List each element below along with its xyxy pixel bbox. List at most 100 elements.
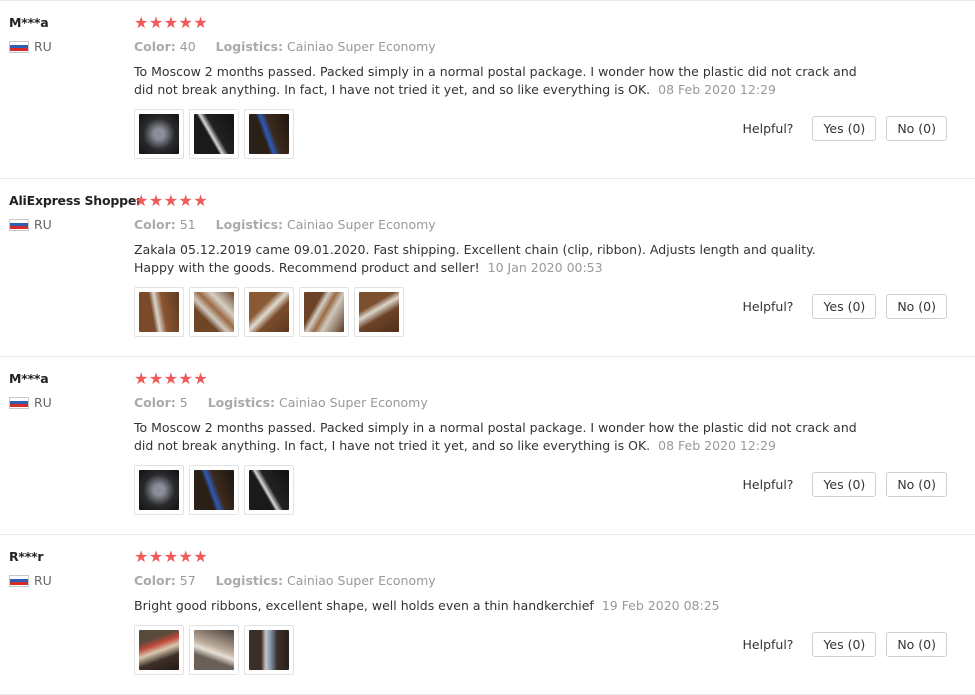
russia-flag-icon [9, 396, 29, 409]
country-code: RU [34, 395, 52, 410]
review-photos [134, 287, 409, 337]
review-item: M***a RU ★ ★ ★ ★ ★ Color: 5 Logistics: Caini… [0, 357, 975, 535]
color-value: 57 [179, 573, 196, 588]
review-photos [134, 109, 299, 159]
review-text: To Moscow 2 months passed. Packed simply… [134, 63, 859, 99]
star-icon: ★ [178, 369, 193, 388]
star-icon: ★ [163, 13, 179, 32]
helpful-no-button[interactable]: No (0) [886, 632, 947, 657]
star-icon: ★ [163, 191, 179, 210]
review-text: To Moscow 2 months passed. Packed simply… [134, 419, 859, 455]
star-icon: ★ [178, 191, 193, 210]
review-body: ★ ★ ★ ★ ★ Color: 5 Logistics: Cainiao Super … [134, 370, 964, 455]
russia-flag-icon [9, 40, 29, 53]
review-content: Zakala 05.12.2019 came 09.01.2020. Fast … [134, 242, 816, 275]
color-value: 51 [179, 217, 196, 232]
review-text: Bright good ribbons, excellent shape, we… [134, 597, 859, 615]
helpful-yes-button[interactable]: Yes (0) [812, 116, 877, 141]
reviewer-info: M***a RU [9, 371, 134, 410]
color-value: 40 [179, 39, 196, 54]
reviewer-info: R***r RU [9, 549, 134, 588]
star-icon: ★ [148, 547, 164, 566]
star-rating: ★ ★ ★ ★ ★ [134, 548, 964, 566]
country-code: RU [34, 573, 52, 588]
star-icon: ★ [134, 369, 149, 388]
star-icon: ★ [193, 191, 208, 210]
review-photos [134, 465, 299, 515]
reviewer-name: M***a [9, 371, 49, 386]
helpful-label: Helpful? [742, 299, 794, 314]
star-icon: ★ [193, 547, 208, 566]
review-photo-thumbnail[interactable] [299, 287, 349, 337]
logistics-value: Cainiao Super Economy [287, 573, 436, 588]
helpful-vote: Helpful? Yes (0) No (0) [743, 632, 947, 657]
review-photo-thumbnail[interactable] [244, 465, 294, 515]
helpful-yes-button[interactable]: Yes (0) [812, 632, 877, 657]
review-meta: Color: 51 Logistics: Cainiao Super Econo… [134, 217, 964, 232]
review-photo-thumbnail[interactable] [244, 625, 294, 675]
star-icon: ★ [148, 191, 164, 210]
review-meta: Color: 5 Logistics: Cainiao Super Econom… [134, 395, 964, 410]
review-photo-thumbnail[interactable] [134, 625, 184, 675]
star-icon: ★ [193, 13, 208, 32]
reviewer-name: R***r [9, 549, 44, 564]
review-photo-thumbnail[interactable] [244, 109, 294, 159]
logistics-value: Cainiao Super Economy [279, 395, 428, 410]
logistics-value: Cainiao Super Economy [287, 39, 436, 54]
helpful-no-button[interactable]: No (0) [886, 294, 947, 319]
country-code: RU [34, 39, 52, 54]
helpful-label: Helpful? [742, 121, 794, 136]
review-item: AliExpress Shopper RU ★ ★ ★ ★ ★ Color: 51 Lo… [0, 179, 975, 357]
review-body: ★ ★ ★ ★ ★ Color: 57 Logistics: Cainiao Super… [134, 548, 964, 615]
star-icon: ★ [148, 13, 164, 32]
review-text: Zakala 05.12.2019 came 09.01.2020. Fast … [134, 241, 859, 277]
helpful-label: Helpful? [742, 477, 794, 492]
star-icon: ★ [134, 13, 149, 32]
color-value: 5 [179, 395, 188, 410]
review-photo-thumbnail[interactable] [134, 109, 184, 159]
review-photo-thumbnail[interactable] [244, 287, 294, 337]
star-icon: ★ [163, 547, 179, 566]
logistics-label: Logistics: [207, 395, 276, 410]
reviewer-country: RU [9, 395, 134, 410]
color-label: Color: [134, 39, 176, 54]
review-item: M***a RU ★ ★ ★ ★ ★ Color: 40 Logistics: Cain… [0, 1, 975, 179]
reviewer-name: M***a [9, 15, 49, 30]
star-icon: ★ [134, 191, 149, 210]
review-body: ★ ★ ★ ★ ★ Color: 51 Logistics: Cainiao Super… [134, 192, 964, 277]
reviewer-name: AliExpress Shopper [9, 193, 143, 208]
helpful-yes-button[interactable]: Yes (0) [812, 472, 877, 497]
review-photo-thumbnail[interactable] [189, 625, 239, 675]
star-icon: ★ [134, 547, 149, 566]
helpful-no-button[interactable]: No (0) [886, 116, 947, 141]
review-body: ★ ★ ★ ★ ★ Color: 40 Logistics: Cainiao Super… [134, 14, 964, 99]
review-photo-thumbnail[interactable] [134, 465, 184, 515]
review-photo-thumbnail[interactable] [189, 109, 239, 159]
color-label: Color: [134, 573, 176, 588]
helpful-yes-button[interactable]: Yes (0) [812, 294, 877, 319]
reviewer-info: M***a RU [9, 15, 134, 54]
helpful-vote: Helpful? Yes (0) No (0) [743, 472, 947, 497]
review-date: 19 Feb 2020 08:25 [601, 598, 720, 613]
color-label: Color: [134, 217, 176, 232]
star-icon: ★ [178, 13, 193, 32]
review-photo-thumbnail[interactable] [354, 287, 404, 337]
logistics-label: Logistics: [215, 573, 284, 588]
reviewer-info: AliExpress Shopper RU [9, 193, 143, 232]
star-icon: ★ [148, 369, 164, 388]
review-photo-thumbnail[interactable] [134, 287, 184, 337]
reviewer-country: RU [9, 573, 134, 588]
helpful-vote: Helpful? Yes (0) No (0) [743, 116, 947, 141]
star-rating: ★ ★ ★ ★ ★ [134, 370, 964, 388]
helpful-no-button[interactable]: No (0) [886, 472, 947, 497]
review-photo-thumbnail[interactable] [189, 287, 239, 337]
helpful-label: Helpful? [742, 637, 794, 652]
review-photo-thumbnail[interactable] [189, 465, 239, 515]
review-date: 08 Feb 2020 12:29 [658, 438, 776, 453]
review-date: 10 Jan 2020 00:53 [487, 260, 603, 275]
color-label: Color: [134, 395, 176, 410]
country-code: RU [34, 217, 52, 232]
review-content: Bright good ribbons, excellent shape, we… [134, 598, 594, 613]
russia-flag-icon [9, 218, 29, 231]
star-rating: ★ ★ ★ ★ ★ [134, 14, 964, 32]
